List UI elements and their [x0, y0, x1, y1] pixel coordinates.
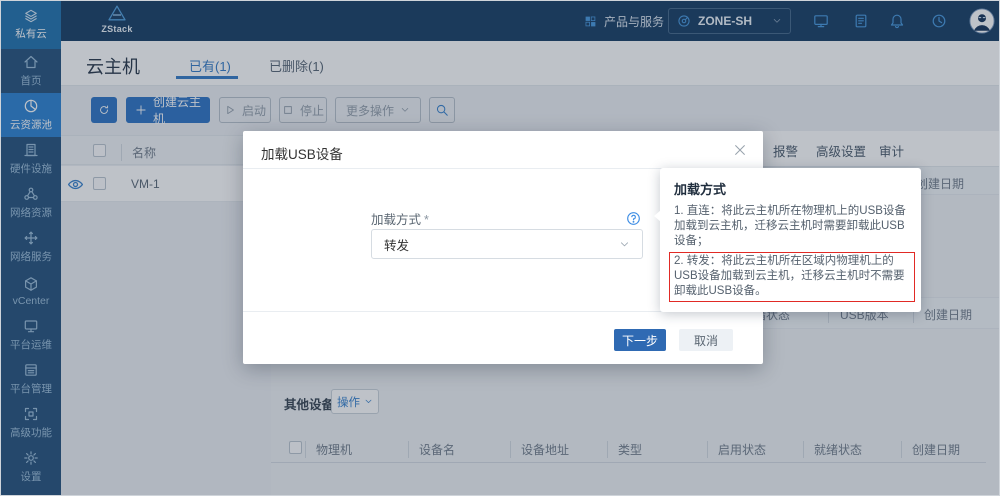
load-mode-tooltip: 加载方式 1. 直连：将此云主机所在物理机上的USB设备加载到云主机，迁移云主机…	[660, 168, 921, 312]
load-mode-value: 转发	[384, 235, 409, 254]
next-button[interactable]: 下一步	[614, 329, 666, 351]
load-mode-label: 加载方式*	[371, 209, 429, 228]
app-window: 私有云 首页 云资源池 硬件设施 网络资源 网络服务 vCenter 平台运维	[0, 0, 1000, 496]
help-icon[interactable]	[626, 211, 641, 226]
tooltip-item-direct: 1. 直连：将此云主机所在物理机上的USB设备加载到云主机，迁移云主机时需要卸载…	[674, 204, 907, 249]
field-label-text: 加载方式	[371, 213, 421, 227]
modal-header: 加载USB设备	[243, 131, 763, 169]
chevron-down-icon	[619, 239, 630, 250]
tooltip-title: 加载方式	[674, 179, 907, 198]
modal-title: 加载USB设备	[261, 143, 343, 163]
required-mark: *	[424, 213, 429, 227]
tooltip-item-forward-highlighted: 2. 转发：将此云主机所在区域内物理机上的USB设备加载到云主机，迁移云主机时不…	[669, 252, 915, 302]
close-icon[interactable]	[733, 143, 747, 157]
cancel-button[interactable]: 取消	[679, 329, 733, 351]
load-mode-select[interactable]: 转发	[371, 229, 643, 259]
modal-footer: 下一步 取消	[243, 311, 763, 364]
